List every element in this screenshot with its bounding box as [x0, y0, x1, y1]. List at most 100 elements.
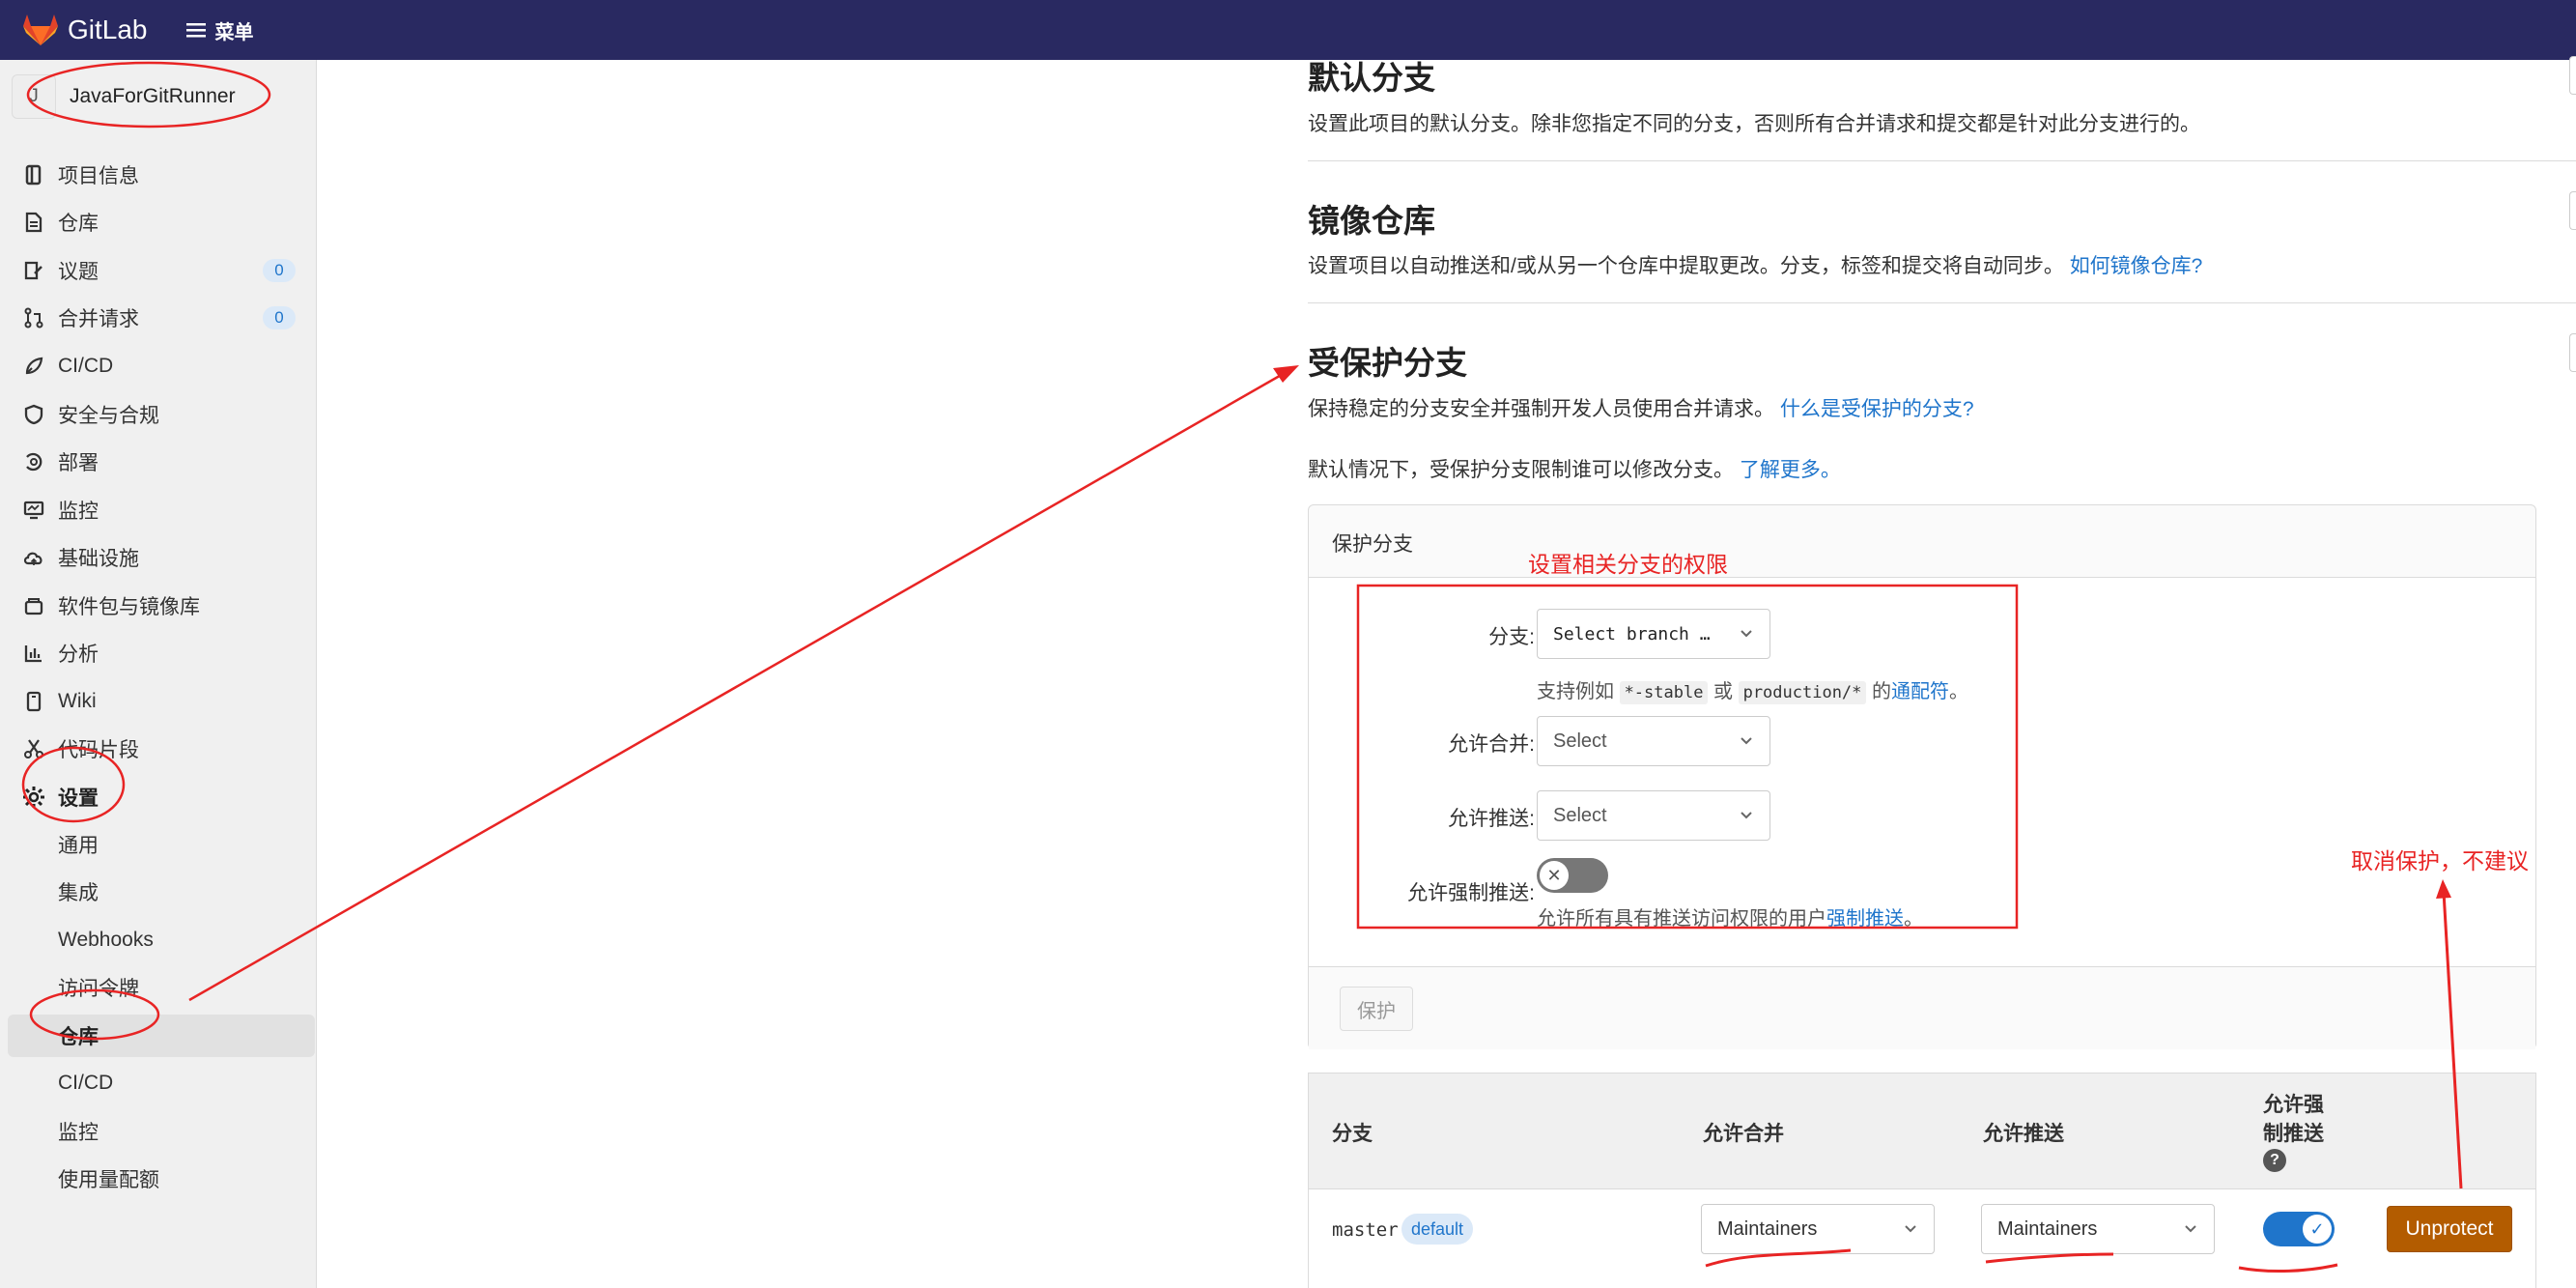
chevron-down-icon	[1741, 812, 1752, 819]
protected-branches-collapse-button[interactable]	[2569, 333, 2576, 372]
sidebar-item-wiki[interactable]: Wiki	[0, 680, 317, 723]
divider	[1308, 302, 2576, 303]
protect-branch-form: 分支: Select branch … 支持例如 *-stable 或 prod…	[1309, 578, 2535, 966]
merge-requests-count-badge: 0	[263, 306, 296, 329]
settings-sub-webhooks[interactable]: Webhooks	[0, 919, 317, 961]
sidebar-item-settings[interactable]: 设置	[0, 776, 317, 818]
card-title: 保护分支	[1332, 533, 1413, 556]
close-icon: ✕	[1540, 861, 1569, 890]
sidebar-item-label: 基础设施	[58, 548, 139, 570]
sidebar-item-ci-cd[interactable]: CI/CD	[0, 345, 317, 387]
sidebar-item-project-info[interactable]: 项目信息	[0, 154, 317, 196]
row-force-push-toggle[interactable]: ✓	[2263, 1212, 2335, 1246]
protected-branches-table: 分支 允许合并 允许推送 允许强 制推送 ? master default Ma…	[1308, 1073, 2536, 1288]
monitor-icon	[21, 498, 46, 523]
col-allowed-to-merge: 允许合并	[1703, 1123, 1784, 1145]
issues-count-badge: 0	[263, 259, 296, 282]
col-force-push-line2: 制推送	[2263, 1123, 2324, 1145]
sub-item-label: 仓库	[58, 1026, 99, 1048]
scissors-icon	[21, 736, 46, 761]
branch-hint: 支持例如 *-stable 或 production/* 的通配符。	[1537, 675, 1968, 704]
branch-label: 分支:	[1488, 626, 1535, 648]
sidebar-item-monitor[interactable]: 监控	[0, 489, 317, 531]
document-icon	[21, 210, 46, 235]
hint-text: 支持例如	[1537, 681, 1614, 702]
gitlab-logo[interactable]: GitLab	[23, 14, 148, 46]
app-name: GitLab	[68, 14, 148, 44]
chevron-down-icon	[1741, 737, 1752, 745]
hint-code-production: production/*	[1738, 681, 1867, 704]
sidebar-item-label: 部署	[58, 452, 99, 474]
sidebar-item-issues[interactable]: 议题 0	[0, 249, 317, 292]
sidebar-item-label: Wiki	[58, 690, 97, 712]
sidebar-item-label: 监控	[58, 501, 99, 523]
branch-name: master	[1332, 1219, 1399, 1241]
sidebar-item-snippets[interactable]: 代码片段	[0, 728, 317, 770]
wildcards-link[interactable]: 通配符	[1891, 681, 1949, 702]
force-push-link[interactable]: 强制推送	[1826, 908, 1904, 930]
gear-icon	[21, 785, 46, 810]
settings-sub-integrations[interactable]: 集成	[0, 871, 317, 913]
sub-item-label: CI/CD	[58, 1072, 114, 1094]
protected-help-link[interactable]: 什么是受保护的分支?	[1780, 398, 1974, 420]
menu-label: 菜单	[214, 21, 254, 43]
sidebar-item-repository[interactable]: 仓库	[0, 201, 317, 243]
sidebar-item-security[interactable]: 安全与合规	[0, 393, 317, 436]
sidebar-item-analytics[interactable]: 分析	[0, 632, 317, 674]
protected-desc2-text: 默认情况下，受保护分支限制谁可以修改分支。	[1308, 459, 1734, 481]
sidebar-item-label: 仓库	[58, 213, 99, 235]
hint-text: 的	[1871, 681, 1891, 702]
branch-select[interactable]: Select branch …	[1537, 609, 1770, 659]
annotation-arrow-line	[188, 371, 1286, 1002]
settings-sub-monitor[interactable]: 监控	[0, 1110, 317, 1153]
divider	[1308, 160, 2576, 161]
sidebar-item-deployments[interactable]: 部署	[0, 441, 317, 483]
package-icon	[21, 593, 46, 618]
chart-icon	[21, 641, 46, 666]
project-sidebar: J JavaForGitRunner 项目信息 仓库 议题 0 合并请求 0 C…	[0, 60, 317, 1288]
sub-item-label: 监控	[58, 1122, 99, 1144]
protect-branch-card: 保护分支 分支: Select branch … 支持例如 *-stable 或…	[1308, 504, 2536, 1049]
allowed-to-merge-select[interactable]: Select	[1537, 716, 1770, 766]
sidebar-item-label: 合并请求	[58, 308, 139, 330]
sub-item-label: 访问令牌	[58, 978, 139, 1000]
mirror-expand-button[interactable]	[2569, 191, 2576, 230]
row-allowed-to-merge-select[interactable]: Maintainers	[1701, 1204, 1935, 1254]
sidebar-item-packages[interactable]: 软件包与镜像库	[0, 585, 317, 627]
sub-item-label: 使用量配额	[58, 1169, 159, 1191]
wiki-icon	[21, 689, 46, 714]
allowed-to-push-label: 允许推送:	[1448, 808, 1535, 830]
settings-main: 默认分支 设置此项目的默认分支。除非您指定不同的分支，否则所有合并请求和提交都是…	[1308, 56, 2576, 1288]
learn-more-link[interactable]: 了解更多。	[1740, 459, 1841, 481]
sidebar-item-merge-requests[interactable]: 合并请求 0	[0, 297, 317, 339]
settings-sub-access-tokens[interactable]: 访问令牌	[0, 966, 317, 1009]
settings-sub-general[interactable]: 通用	[0, 823, 317, 866]
sidebar-item-label: CI/CD	[58, 355, 114, 377]
question-icon[interactable]: ?	[2263, 1149, 2286, 1172]
allowed-to-push-select[interactable]: Select	[1537, 790, 1770, 841]
protected-branches-desc: 保持稳定的分支安全并强制开发人员使用合并请求。 什么是受保护的分支?	[1308, 393, 1974, 422]
shield-icon	[21, 402, 46, 427]
settings-sub-repository[interactable]: 仓库	[8, 1015, 315, 1057]
issues-icon	[21, 258, 46, 283]
chevron-down-icon	[2185, 1225, 2196, 1233]
project-header[interactable]: J JavaForGitRunner	[12, 74, 236, 119]
hint-text: 。	[1904, 908, 1923, 930]
default-branch-expand-button[interactable]	[2569, 56, 2576, 95]
settings-sub-usage-quotas[interactable]: 使用量配额	[0, 1158, 317, 1200]
mirror-help-link[interactable]: 如何镜像仓库?	[2070, 255, 2203, 277]
sidebar-item-label: 议题	[58, 261, 99, 283]
hint-code-stable: *-stable	[1619, 681, 1709, 704]
col-allowed-to-push: 允许推送	[1983, 1123, 2064, 1145]
mirror-desc-text: 设置项目以自动推送和/或从另一个仓库中提取更改。分支，标签和提交将自动同步。	[1308, 255, 2064, 277]
settings-sub-ci-cd[interactable]: CI/CD	[0, 1062, 317, 1104]
row-allowed-to-push-select[interactable]: Maintainers	[1981, 1204, 2215, 1254]
allow-force-push-toggle[interactable]: ✕	[1537, 858, 1608, 893]
unprotect-button[interactable]: Unprotect	[2387, 1206, 2512, 1252]
menu-button[interactable]: 菜单	[185, 16, 254, 44]
deploy-icon	[21, 449, 46, 474]
sub-item-label: 通用	[58, 835, 99, 857]
top-navbar: GitLab 菜单	[0, 0, 2576, 60]
sidebar-item-infrastructure[interactable]: 基础设施	[0, 536, 317, 579]
protect-button[interactable]: 保护	[1340, 987, 1413, 1031]
